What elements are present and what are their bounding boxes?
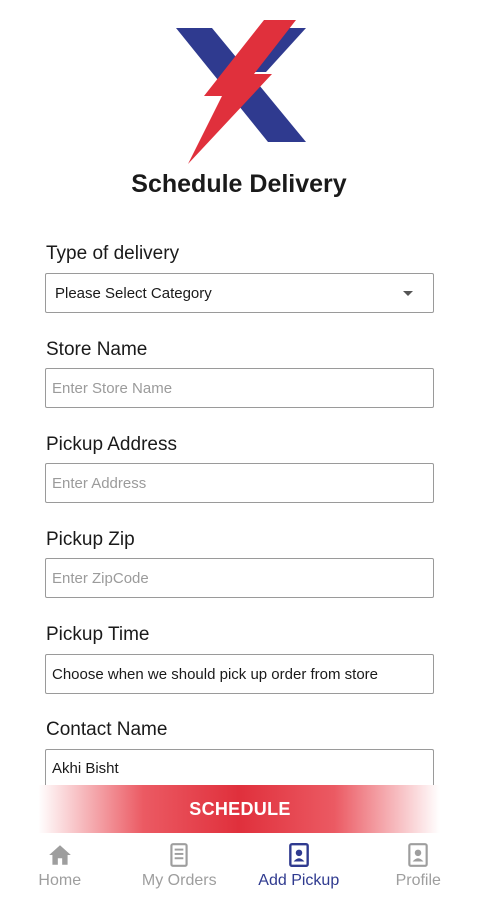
nav-item-home[interactable]: Home	[0, 836, 120, 900]
pickup-time-value: Choose when we should pick up order from…	[52, 665, 379, 683]
profile-icon	[408, 843, 428, 867]
contact-name-label: Contact Name	[46, 719, 168, 740]
pickup-zip-input[interactable]: Enter ZipCode	[45, 558, 434, 598]
delivery-type-select[interactable]: Please Select Category	[45, 273, 434, 313]
nav-label-home: Home	[38, 872, 82, 889]
pickup-address-input[interactable]: Enter Address	[45, 463, 434, 503]
contact-name-input[interactable]: Akhi Bisht	[45, 749, 434, 787]
contact-name-value: Akhi Bisht	[52, 760, 119, 777]
home-icon	[48, 845, 71, 865]
type-of-delivery-label: Type of delivery	[46, 243, 180, 264]
nav-item-my-orders[interactable]: My Orders	[120, 836, 240, 900]
nav-item-add-pickup[interactable]: Add Pickup	[239, 836, 359, 900]
page-title: Schedule Delivery	[131, 170, 347, 198]
chevron-down-icon	[403, 291, 413, 296]
app-logo	[176, 20, 306, 164]
schedule-button[interactable]: SCHEDULE	[150, 788, 330, 830]
pickup-address-label: Pickup Address	[46, 434, 177, 455]
delivery-type-selected: Please Select Category	[55, 284, 212, 302]
pickup-time-input[interactable]: Choose when we should pick up order from…	[45, 654, 434, 694]
pickup-time-label: Pickup Time	[46, 624, 150, 645]
pickup-zip-label: Pickup Zip	[46, 529, 135, 550]
store-name-label: Store Name	[46, 339, 148, 360]
nav-item-profile[interactable]: Profile	[359, 836, 478, 900]
orders-icon	[170, 843, 188, 867]
nav-label-my-orders: My Orders	[141, 872, 217, 889]
bottom-nav: Home My Orders Add Pickup Profile	[0, 836, 478, 900]
add-pickup-icon	[288, 842, 309, 868]
pickup-zip-placeholder: Enter ZipCode	[52, 569, 149, 587]
nav-label-add-pickup: Add Pickup	[258, 872, 340, 889]
store-name-placeholder: Enter Store Name	[52, 379, 173, 397]
pickup-address-placeholder: Enter Address	[52, 474, 147, 492]
store-name-input[interactable]: Enter Store Name	[45, 368, 434, 408]
nav-label-profile: Profile	[395, 872, 441, 889]
